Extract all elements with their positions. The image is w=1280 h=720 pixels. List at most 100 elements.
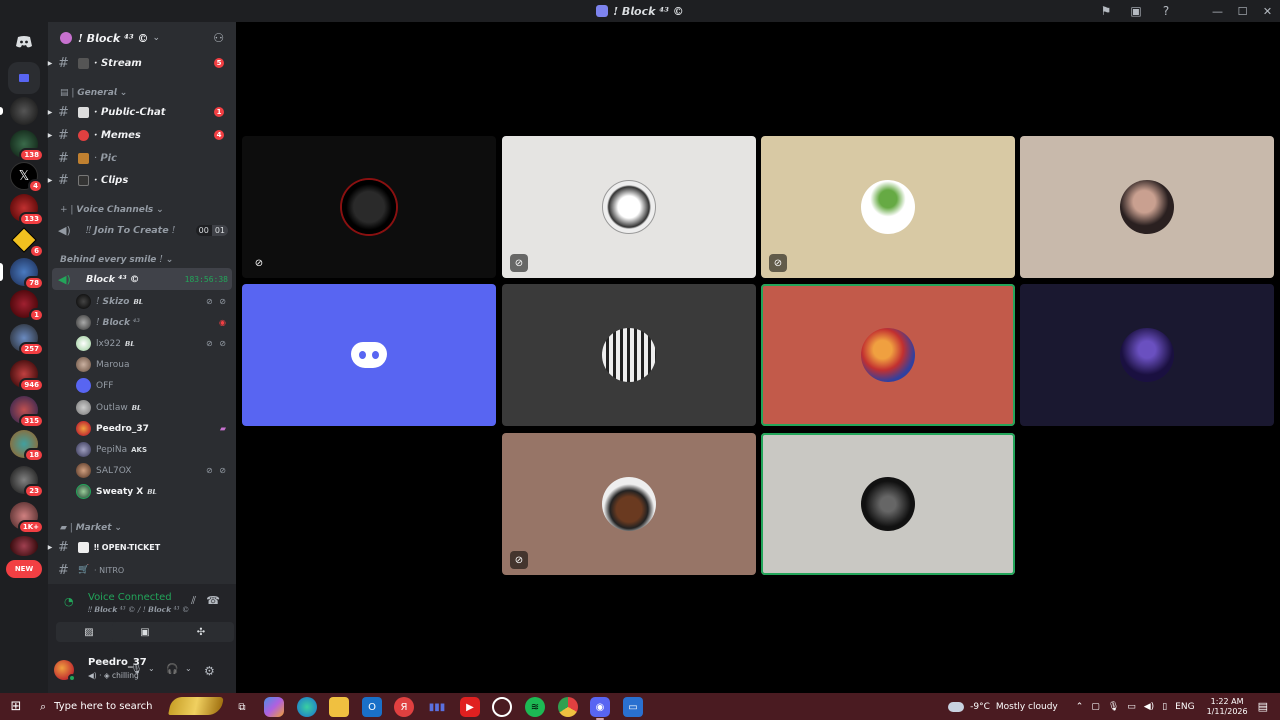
- voice-channel-path[interactable]: ‼ 𝘽𝙡𝙤𝙘𝙠 ⁴³ © / ! 𝘽𝙡𝙤𝙘𝙠 ⁴³ ©: [88, 605, 189, 614]
- discord-taskbar-icon[interactable]: ◉: [590, 697, 610, 720]
- headphones-icon[interactable]: 🎧: [166, 664, 178, 675]
- new-unreads-pill[interactable]: NEW: [6, 560, 42, 578]
- voice-member[interactable]: Maroua: [76, 354, 228, 375]
- weather-widget[interactable]: -9°C Mostly cloudy: [948, 701, 1058, 712]
- category-behind-every-smile[interactable]: 𝘽𝙚𝙝𝙞𝙣𝙙 𝙚𝙫𝙚𝙧𝙮 𝙨𝙢𝙞𝙡𝙚 ! ⌄: [60, 255, 173, 265]
- server-icon[interactable]: [0, 97, 38, 125]
- voice-status[interactable]: Voice Connected: [88, 592, 172, 603]
- collapse-caret-icon: ▶: [47, 543, 53, 551]
- channel-stream[interactable]: ▶ # · 𝙎𝙩𝙧𝙚𝙖𝙢 5: [48, 52, 236, 74]
- clock[interactable]: 1:22 AM 1/11/2026: [1207, 697, 1248, 717]
- participant-tile[interactable]: [502, 284, 756, 426]
- chevron-down-icon[interactable]: ⌄: [148, 664, 155, 673]
- voice-member[interactable]: ! 𝘽𝙡𝙤𝙘𝙠 ⁴³ ◉: [76, 312, 228, 333]
- server-icon[interactable]: 257: [10, 324, 44, 356]
- voice-member[interactable]: Sweaty X 𝘽𝙇: [76, 481, 228, 502]
- file-explorer-icon[interactable]: [329, 697, 349, 717]
- windows-start-icon[interactable]: ⊞: [0, 693, 32, 720]
- chrome-icon[interactable]: [558, 697, 578, 717]
- notification-icon[interactable]: ▤: [1258, 700, 1268, 713]
- channel-public-chat[interactable]: ▶ # · 𝙋𝙪𝙗𝙡𝙞𝙘-𝘾𝙝𝙖𝙩 1: [48, 101, 236, 123]
- participant-tile[interactable]: [1020, 284, 1274, 426]
- category-market[interactable]: ▰ | 𝙈𝙖𝙧𝙠𝙚𝙩 ⌄: [60, 523, 122, 533]
- chevron-up-icon[interactable]: ⌃: [1076, 702, 1084, 712]
- spotify-icon[interactable]: ≋: [525, 697, 545, 717]
- inbox-icon[interactable]: ⚑: [1091, 0, 1121, 22]
- youtube-icon[interactable]: ▶: [460, 697, 480, 717]
- participant-tile[interactable]: [761, 284, 1015, 426]
- voice-member[interactable]: SAL7OX ⊘ ⊘: [76, 460, 228, 481]
- taskbar-search[interactable]: ⌕ Type here to search: [32, 693, 224, 720]
- microphone-icon[interactable]: 🎙: [130, 664, 143, 675]
- server-icon[interactable]: 138: [10, 130, 44, 162]
- volume-icon[interactable]: ◀): [1144, 702, 1154, 712]
- participant-tile[interactable]: [242, 284, 496, 426]
- voice-member[interactable]: Outlaw 𝘽𝙇: [76, 397, 228, 418]
- chart-app-icon[interactable]: ▮▮▮: [427, 697, 447, 717]
- avatar[interactable]: [54, 660, 76, 682]
- server-icon[interactable]: 23: [10, 466, 44, 498]
- category-label: | 𝙂𝙚𝙣𝙚𝙧𝙖𝙡: [71, 88, 117, 98]
- participant-tile[interactable]: ⊘: [502, 136, 756, 278]
- channel-clips[interactable]: ▶ # · 𝘾𝙡𝙞𝙥𝙨: [48, 169, 236, 191]
- yandex-browser-icon[interactable]: Я: [394, 697, 414, 717]
- server-icon[interactable]: 78: [0, 258, 44, 290]
- participant-tile[interactable]: ⊘: [242, 136, 496, 278]
- voice-channel-block[interactable]: ◀) 𝘽𝙡𝙤𝙘𝙠 ⁴³ © 183:56:38: [52, 268, 232, 290]
- participant-tile[interactable]: [761, 433, 1015, 575]
- server-header[interactable]: ! 𝘽𝙡𝙤𝙘𝙠 ⁴³ © ⌄ ⚇: [48, 22, 236, 54]
- minimize-button[interactable]: —: [1205, 0, 1230, 22]
- screen-share-icon[interactable]: ▣: [1121, 0, 1151, 22]
- tray-app-icon[interactable]: ▢: [1091, 702, 1100, 712]
- copilot-icon[interactable]: [264, 697, 284, 717]
- category-voice-channels[interactable]: + | 𝙑𝙤𝙞𝙘𝙚 𝘾𝙝𝙖𝙣𝙣𝙚𝙡𝙨 ⌄: [60, 205, 164, 215]
- network-icon[interactable]: ▭: [1127, 702, 1136, 712]
- task-view-icon[interactable]: ⧉: [232, 697, 252, 717]
- remote-desktop-icon[interactable]: ▭: [623, 697, 643, 717]
- participant-tile[interactable]: [1020, 136, 1274, 278]
- deafened-icon: ⊘: [510, 551, 528, 569]
- noise-suppression-icon[interactable]: ⫽: [191, 594, 196, 608]
- voice-channel-join-to-create[interactable]: ◀) ‼ 𝙅𝙤𝙞𝙣 𝙏𝙤 𝘾𝙧𝙚𝙖𝙩𝙚 ! 00 01: [52, 219, 232, 241]
- microphone-tray-icon[interactable]: 🎙: [1108, 702, 1119, 712]
- chevron-down-icon[interactable]: ⌄: [185, 664, 192, 673]
- voice-member[interactable]: lx922 𝘽𝙇 ⊘ ⊘: [76, 333, 228, 354]
- server-icon[interactable]: 18: [10, 430, 44, 462]
- unread-badge: 6: [29, 244, 44, 258]
- channel-memes[interactable]: ▶ # · 𝙈𝙚𝙢𝙚𝙨 4: [48, 124, 236, 146]
- help-icon[interactable]: ?: [1151, 0, 1181, 22]
- server-icon[interactable]: [10, 536, 38, 556]
- voice-member[interactable]: OFF: [76, 375, 228, 396]
- opera-gx-icon[interactable]: [492, 697, 512, 717]
- server-folder[interactable]: [8, 62, 40, 94]
- channel-pic[interactable]: # · 𝙋𝙞𝙘: [48, 147, 236, 169]
- battery-icon[interactable]: ▯: [1162, 702, 1167, 712]
- voice-member[interactable]: ! 𝙎𝙠𝙞𝙯𝙤 𝘽𝙇 ⊘ ⊘: [76, 291, 228, 312]
- add-user-icon[interactable]: ⚇: [213, 31, 224, 45]
- disconnect-icon[interactable]: ☎: [206, 594, 220, 607]
- language-indicator[interactable]: ENG: [1175, 702, 1194, 712]
- server-icon[interactable]: 1K+: [10, 502, 44, 534]
- unread-badge: 138: [19, 148, 44, 162]
- outlook-icon[interactable]: O: [362, 697, 382, 717]
- maximize-button[interactable]: ☐: [1230, 0, 1255, 22]
- discord-home-icon[interactable]: [8, 26, 40, 58]
- participant-tile[interactable]: ⊘: [502, 433, 756, 575]
- server-icon[interactable]: 1: [10, 290, 44, 322]
- signal-icon[interactable]: ◔: [64, 595, 74, 608]
- settings-gear-icon[interactable]: ⚙: [204, 664, 215, 678]
- edge-browser-icon[interactable]: [297, 697, 317, 717]
- server-icon[interactable]: 946: [10, 360, 44, 392]
- category-general[interactable]: ▤ | 𝙂𝙚𝙣𝙚𝙧𝙖𝙡 ⌄: [60, 88, 127, 98]
- server-icon[interactable]: 315: [10, 396, 44, 428]
- server-icon[interactable]: 6: [10, 226, 44, 258]
- voice-member[interactable]: PepiNa AKS: [76, 439, 228, 460]
- server-icon-x[interactable]: 𝕏4: [10, 162, 43, 193]
- close-button[interactable]: ✕: [1255, 0, 1280, 22]
- server-icon[interactable]: 133: [10, 194, 44, 226]
- voice-member[interactable]: Peedro_37 ▰: [76, 418, 228, 439]
- participant-tile[interactable]: ⊘: [761, 136, 1015, 278]
- channel-open-ticket[interactable]: ▶ # ‼ OPEN-TICKET: [48, 536, 236, 558]
- activities-button[interactable]: ✣: [168, 622, 234, 642]
- channel-nitro[interactable]: # 🛒 · NITRO: [48, 559, 236, 581]
